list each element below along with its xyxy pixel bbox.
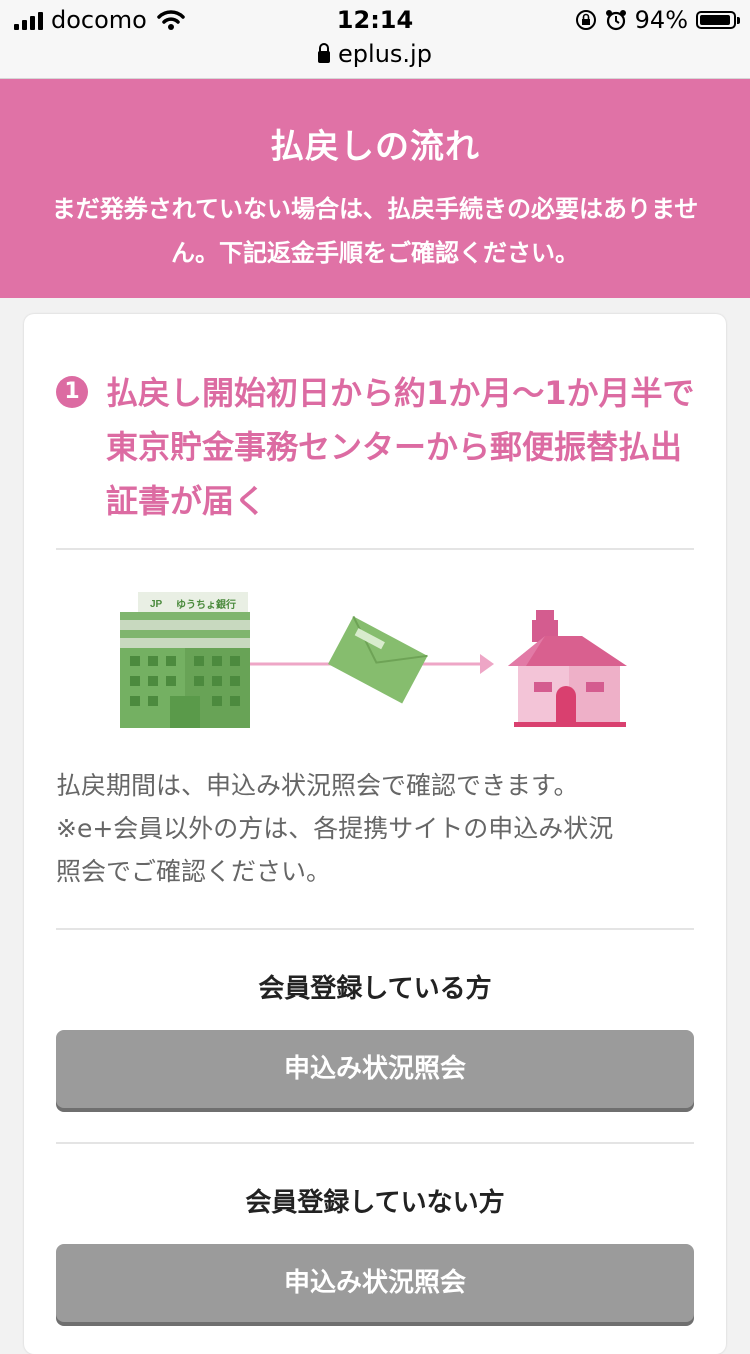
non-member-status-inquiry-button[interactable]: 申込み状況照会	[56, 1244, 694, 1322]
member-label: 会員登録している方	[258, 974, 492, 1004]
svg-text:JP: JP	[150, 599, 163, 610]
lock-icon	[318, 43, 331, 63]
step-heading: 1 払戻し開始初日から約1か月〜1か月半で東京貯金事務センターから郵便振替払出証…	[56, 366, 696, 528]
rotation-lock-icon	[575, 10, 596, 30]
house-icon	[508, 610, 627, 727]
description-line-2: ※e+会員以外の方は、各提携サイトの申込み状況	[56, 814, 614, 843]
member-status-inquiry-button[interactable]: 申込み状況照会	[56, 1030, 694, 1108]
url-text: eplus.jp	[338, 40, 432, 68]
page-title: 払戻しの流れ	[270, 127, 480, 167]
alarm-icon	[605, 10, 626, 31]
divider	[56, 548, 694, 550]
status-bar: docomo 12:14 94% eplus.jp	[0, 0, 750, 79]
refund-period-description: 払戻期間は、申込み状況照会で確認できます。 ※e+会員以外の方は、各提携サイトの…	[56, 764, 696, 893]
status-right: 94%	[575, 6, 740, 34]
battery-icon	[696, 11, 740, 29]
divider	[56, 928, 694, 930]
refund-flow-illustration: ゆうちょ銀行 JP	[120, 592, 627, 728]
step-number-badge: 1	[56, 376, 88, 408]
post-bank-building-icon: ゆうちょ銀行 JP	[120, 592, 250, 728]
page-header: 払戻しの流れ まだ発券されていない場合は、払戻手続きの必要はありません。下記返金…	[0, 79, 750, 298]
description-line-1: 払戻期間は、申込み状況照会で確認できます。	[56, 771, 579, 800]
header-description: まだ発券されていない場合は、払戻手続きの必要はありません。下記返金手順をご確認く…	[51, 195, 699, 267]
envelope-icon	[328, 615, 428, 704]
battery-percent: 94%	[634, 6, 688, 34]
url-bar[interactable]: eplus.jp	[0, 40, 750, 68]
step-card: 1 払戻し開始初日から約1か月〜1か月半で東京貯金事務センターから郵便振替払出証…	[24, 314, 726, 1354]
divider	[56, 1142, 694, 1144]
building-sign: ゆうちょ銀行	[176, 598, 236, 611]
non-member-label: 会員登録していない方	[245, 1188, 505, 1218]
step-title: 払戻し開始初日から約1か月〜1か月半で東京貯金事務センターから郵便振替払出証書が…	[106, 374, 695, 520]
description-line-3: 照会でご確認ください。	[56, 857, 332, 886]
